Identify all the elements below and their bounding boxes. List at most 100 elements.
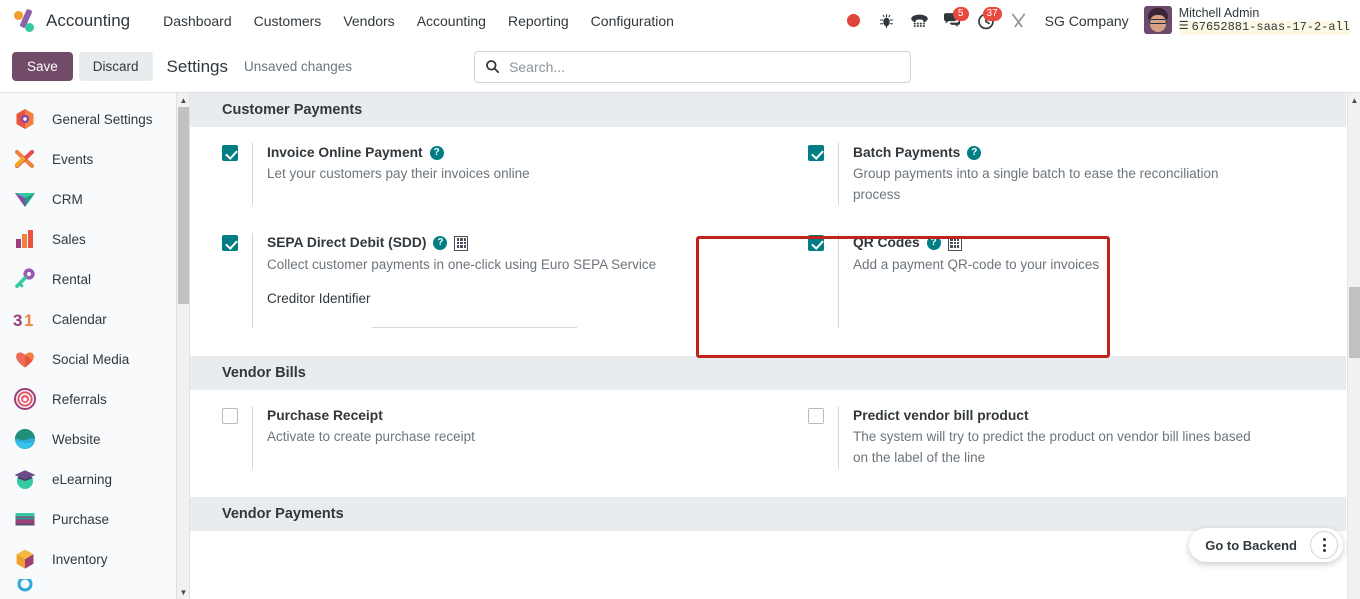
sidebar-item-label: eLearning (52, 471, 113, 487)
sidebar-item-referrals[interactable]: Referrals (0, 379, 189, 419)
nav-dashboard[interactable]: Dashboard (152, 7, 243, 35)
user-menu[interactable]: Mitchell Admin ☰ 67652881-saas-17-2-all (1140, 6, 1350, 35)
search-input[interactable] (509, 58, 901, 75)
help-icon[interactable]: ? (926, 236, 941, 250)
nav-accounting[interactable]: Accounting (406, 7, 497, 35)
setting-predict-vendor-bill-product[interactable]: Predict vendor bill product The system w… (784, 406, 1346, 469)
rental-icon (12, 266, 38, 292)
sidebar-item-social-media[interactable]: Social Media (0, 339, 189, 379)
invoice-online-payment-checkbox[interactable] (222, 145, 238, 161)
messages-icon[interactable]: 5 (938, 6, 969, 36)
sidebar-item-label: Purchase (52, 511, 110, 527)
activities-badge: 37 (982, 6, 1002, 21)
section-body-vendor-bills: Purchase Receipt Activate to create purc… (190, 390, 1346, 496)
database-icon: ☰ (1178, 21, 1189, 34)
sidebar-item-label: Referrals (52, 391, 107, 407)
sidebar-item-sales[interactable]: Sales (0, 219, 189, 259)
setting-divider (252, 406, 253, 469)
setting-title-text: Invoice Online Payment (267, 145, 423, 160)
app-brand-name[interactable]: Accounting (46, 11, 130, 31)
sidebar-item-elearning[interactable]: eLearning (0, 459, 189, 499)
kebab-menu-icon[interactable] (1310, 531, 1338, 559)
setting-sepa-direct-debit[interactable]: SEPA Direct Debit (SDD) ? Collect custom… (222, 233, 784, 329)
website-icon (12, 426, 38, 452)
sidebar-item-partial[interactable] (0, 579, 189, 599)
setting-invoice-online-payment[interactable]: Invoice Online Payment ? Let your custom… (222, 143, 784, 206)
discard-button[interactable]: Discard (78, 52, 153, 81)
setting-title-text: QR Codes (853, 235, 920, 251)
sidebar-item-crm[interactable]: CRM (0, 179, 189, 219)
sidebar-item-label: Rental (52, 271, 92, 287)
go-to-backend-button[interactable]: Go to Backend (1189, 538, 1310, 553)
sales-icon (12, 226, 38, 252)
setting-divider (252, 143, 253, 206)
sepa-direct-debit-checkbox[interactable] (222, 235, 238, 252)
database-name-text: 67652881-saas-17-2-all (1191, 19, 1350, 34)
qr-codes-checkbox[interactable] (808, 235, 824, 252)
company-scope-icon[interactable] (947, 235, 962, 251)
sidebar-scroll-down-arrow[interactable]: ▼ (177, 585, 189, 599)
setting-batch-payments[interactable]: Batch Payments ? Group payments into a s… (784, 143, 1346, 206)
setting-divider (252, 233, 253, 329)
sidebar-item-label: Inventory (52, 551, 108, 567)
setting-divider (838, 406, 839, 469)
general-settings-icon (12, 106, 38, 132)
odoo-logo-icon[interactable] (12, 8, 38, 34)
company-scope-icon[interactable] (454, 235, 469, 251)
batch-payments-checkbox[interactable] (808, 145, 824, 161)
setting-description: Collect customer payments in one-click u… (267, 256, 657, 272)
tools-icon[interactable] (1004, 6, 1034, 36)
voip-phone-icon[interactable] (905, 6, 935, 36)
content-scrollbar-thumb[interactable] (1349, 287, 1360, 358)
help-icon[interactable]: ? (967, 145, 982, 160)
crm-icon (12, 186, 38, 212)
systray: 5 37 SG Company Mitchell Admin ☰ 6765288… (839, 6, 1350, 36)
section-header-vendor-bills: Vendor Bills (190, 356, 1346, 391)
help-icon[interactable]: ? (429, 145, 444, 160)
settings-sidebar: General Settings Events CRM Sales Rental… (0, 93, 190, 599)
bug-icon[interactable] (872, 6, 902, 36)
setting-title-text: SEPA Direct Debit (SDD) (267, 235, 427, 251)
content-scrollbar[interactable]: ▲ (1347, 93, 1360, 599)
go-to-backend-pill: Go to Backend (1189, 528, 1343, 562)
sidebar-scrollbar-thumb[interactable] (178, 107, 189, 304)
sidebar-item-purchase[interactable]: Purchase (0, 499, 189, 539)
partial-app-icon (12, 579, 38, 599)
settings-content: Customer Payments Invoice Online Payment… (190, 93, 1360, 599)
nav-configuration[interactable]: Configuration (580, 7, 685, 35)
sidebar-scrollbar[interactable]: ▲ ▼ (176, 93, 189, 599)
sidebar-item-label: Sales (52, 231, 86, 247)
database-name: ☰ 67652881-saas-17-2-all (1178, 19, 1350, 35)
sidebar-item-rental[interactable]: Rental (0, 259, 189, 299)
purchase-receipt-checkbox[interactable] (222, 408, 238, 425)
creditor-identifier-input[interactable] (372, 308, 577, 329)
nav-customers[interactable]: Customers (243, 7, 333, 35)
setting-purchase-receipt[interactable]: Purchase Receipt Activate to create purc… (222, 406, 784, 469)
sidebar-item-label: Calendar (52, 311, 107, 327)
sidebar-item-events[interactable]: Events (0, 139, 189, 179)
predict-vendor-bill-product-checkbox[interactable] (808, 408, 824, 425)
messages-badge: 5 (952, 6, 969, 21)
calendar-icon: 3 1 (12, 306, 38, 332)
sidebar-scroll-up-arrow[interactable]: ▲ (177, 93, 189, 107)
sidebar-item-label: Social Media (52, 351, 130, 367)
content-scroll-up-arrow[interactable]: ▲ (1348, 93, 1360, 107)
setting-qr-codes[interactable]: QR Codes ? Add a payment QR-code to your… (784, 233, 1346, 329)
sidebar-item-calendar[interactable]: 3 1 Calendar (0, 299, 189, 339)
setting-title-text: Purchase Receipt (267, 408, 383, 424)
nav-vendors[interactable]: Vendors (332, 7, 405, 35)
company-switcher[interactable]: SG Company (1037, 13, 1137, 29)
inventory-icon (12, 546, 38, 572)
record-dot-icon[interactable] (839, 6, 869, 36)
activities-clock-icon[interactable]: 37 (971, 6, 1002, 36)
creditor-identifier-field: Creditor Identifier (267, 289, 756, 329)
sidebar-item-website[interactable]: Website (0, 419, 189, 459)
sidebar-item-inventory[interactable]: Inventory (0, 539, 189, 579)
help-icon[interactable]: ? (433, 236, 448, 250)
nav-reporting[interactable]: Reporting (497, 7, 580, 35)
save-button[interactable]: Save (12, 52, 73, 81)
avatar[interactable] (1143, 6, 1172, 35)
search-box[interactable] (474, 50, 912, 83)
setting-description: Group payments into a single batch to ea… (853, 166, 1219, 202)
sidebar-item-general-settings[interactable]: General Settings (0, 99, 189, 139)
